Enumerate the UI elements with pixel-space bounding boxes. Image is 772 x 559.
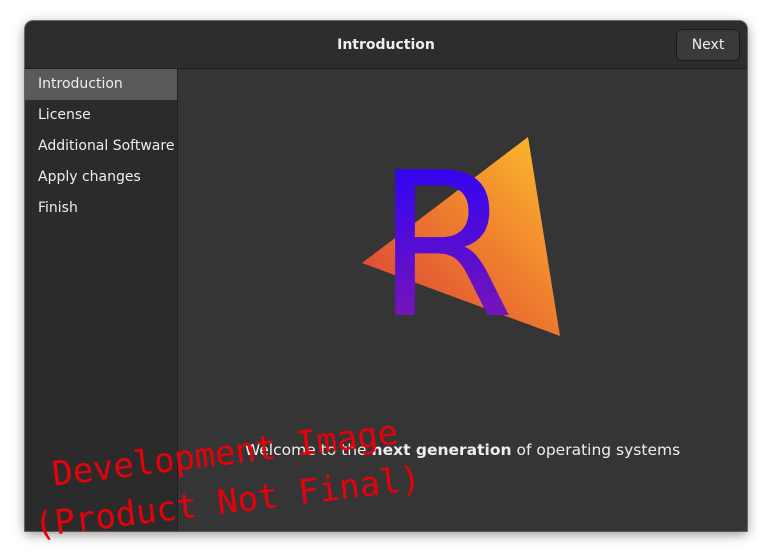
sidebar-item-apply-changes[interactable]: Apply changes xyxy=(25,162,177,193)
next-button[interactable]: Next xyxy=(676,29,740,61)
welcome-emphasis: next generation xyxy=(371,441,512,459)
distro-logo-icon: R xyxy=(362,137,560,347)
sidebar: Introduction License Additional Software… xyxy=(25,69,178,531)
window-title: Introduction xyxy=(337,37,435,53)
installer-window: Introduction Next Introduction License A… xyxy=(25,21,747,531)
welcome-message: Welcome to the next generation of operat… xyxy=(178,441,747,459)
sidebar-item-introduction[interactable]: Introduction xyxy=(25,69,177,100)
sidebar-item-license[interactable]: License xyxy=(25,100,177,131)
welcome-suffix: of operating systems xyxy=(511,441,681,459)
sidebar-item-additional-software[interactable]: Additional Software xyxy=(25,131,177,162)
welcome-prefix: Welcome to the xyxy=(244,441,372,459)
logo-letter: R xyxy=(376,137,515,347)
header-bar: Introduction Next xyxy=(25,21,747,69)
main-content: R Welcome to the next generation of oper… xyxy=(178,69,747,531)
sidebar-item-finish[interactable]: Finish xyxy=(25,193,177,224)
